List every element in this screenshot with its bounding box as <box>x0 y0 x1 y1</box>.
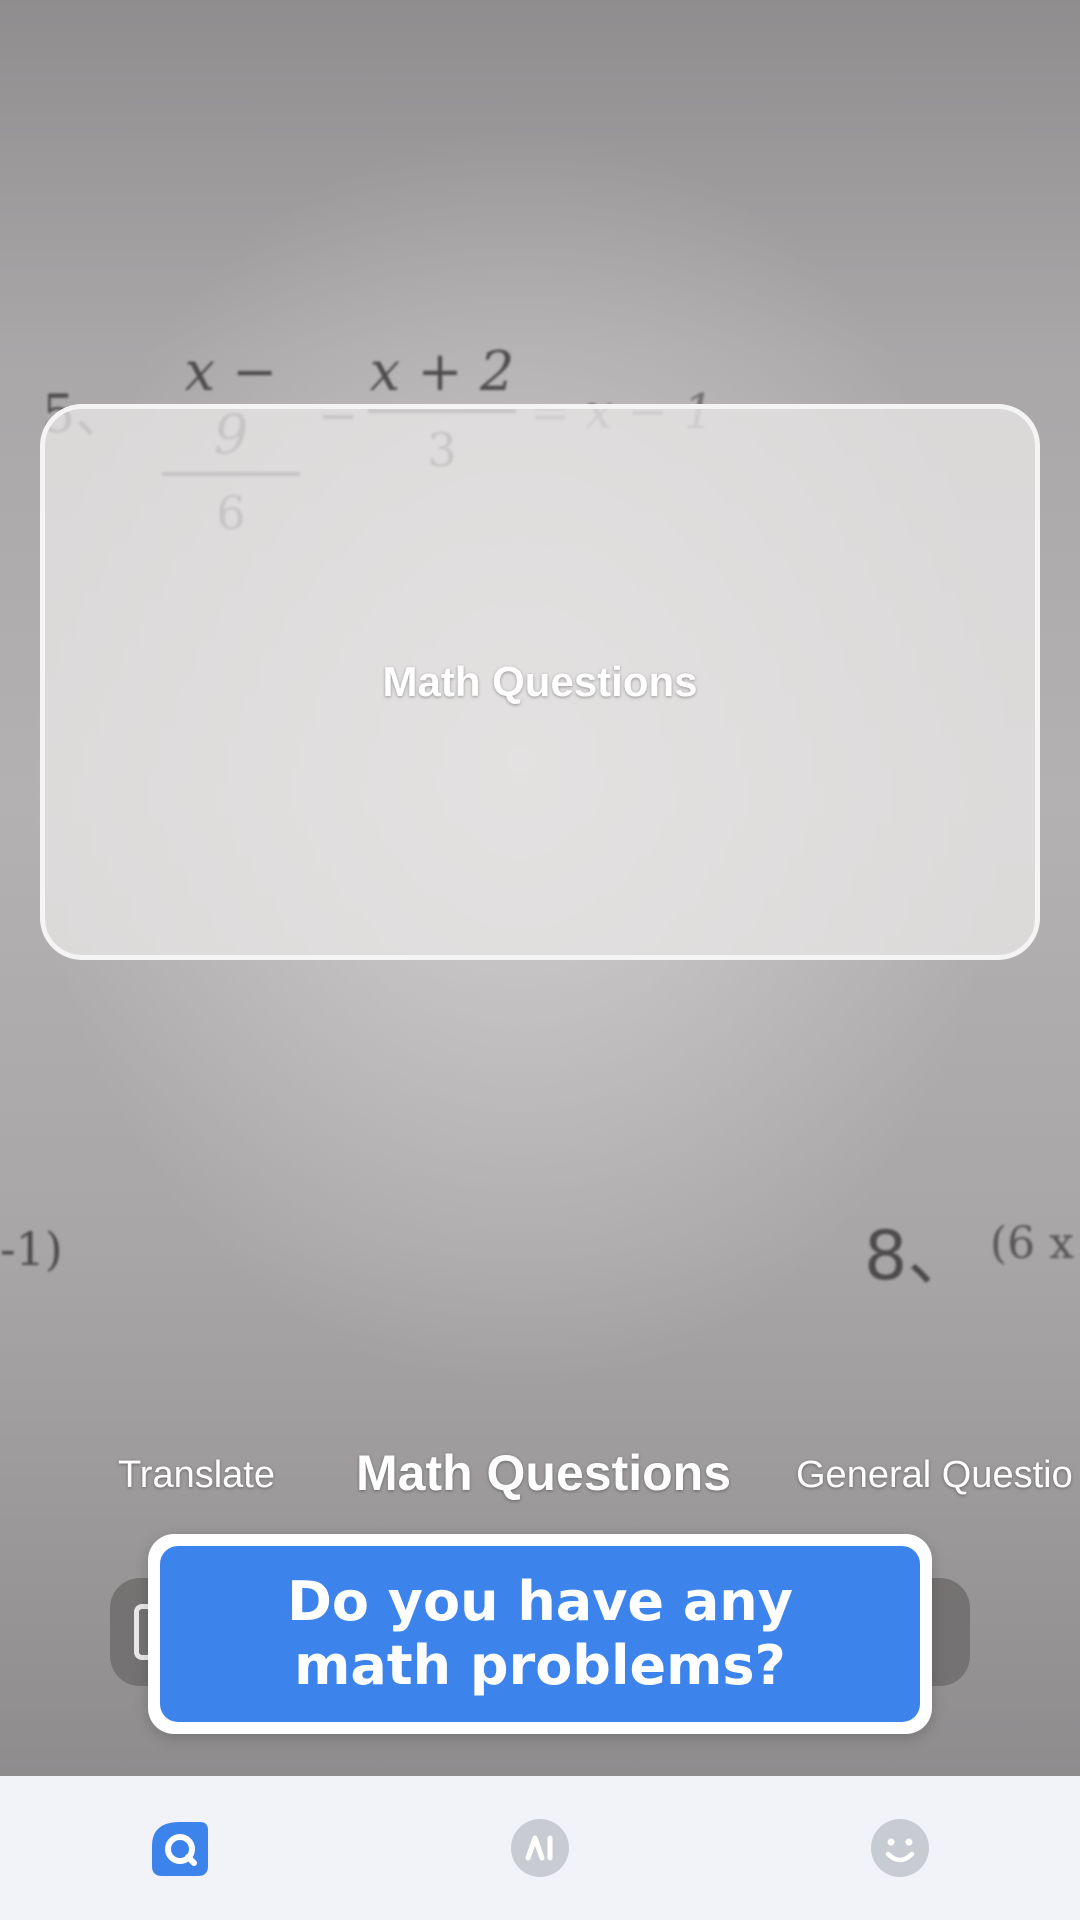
tip-banner-line-1: Do you have any <box>287 1570 793 1633</box>
tab-general-questions[interactable]: General Questio <box>796 1454 1073 1497</box>
nav-profile-tab[interactable] <box>870 1818 930 1878</box>
ai-icon <box>511 1819 569 1877</box>
tip-banner[interactable]: Do you have any math problems? <box>148 1534 932 1734</box>
fraction-numerator: x + 2 <box>369 340 515 403</box>
tab-translate[interactable]: Translate <box>118 1454 275 1497</box>
nav-ai-tab[interactable] <box>510 1818 570 1878</box>
scan-frame-label: Math Questions <box>382 658 698 705</box>
mode-tabs: Translate Math Questions General Questio <box>0 1440 1080 1510</box>
paper-fragment-number: 8、 <box>864 1217 976 1296</box>
tip-banner-inner: Do you have any math problems? <box>160 1546 920 1722</box>
paper-fragment-expr: (6 x <box>990 1218 1074 1269</box>
profile-icon <box>871 1819 929 1877</box>
tab-math-questions[interactable]: Math Questions <box>356 1444 731 1502</box>
tip-banner-text: Do you have any math problems? <box>287 1570 793 1698</box>
nav-search-tab[interactable] <box>150 1818 210 1878</box>
bottom-nav <box>0 1776 1080 1920</box>
paper-fragment-left: -1) <box>0 1222 63 1276</box>
scan-frame: Math Questions <box>40 404 1040 960</box>
tip-banner-line-2: math problems? <box>294 1634 786 1697</box>
search-icon <box>152 1822 208 1876</box>
